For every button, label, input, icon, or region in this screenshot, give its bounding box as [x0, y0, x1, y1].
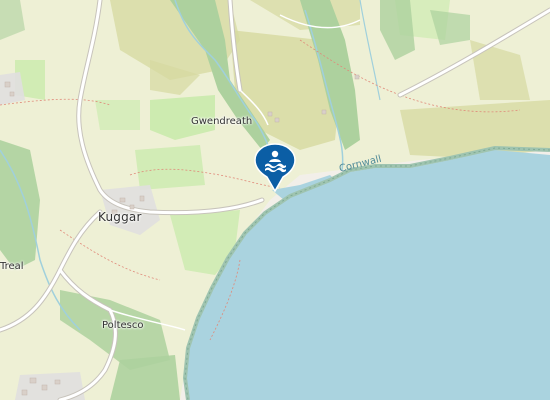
map-canvas[interactable]: Gwendreath Kuggar Treal Poltesco Cornwal…	[0, 0, 550, 400]
map-tiles	[0, 0, 550, 400]
forest-area	[110, 355, 180, 400]
beach-marker[interactable]	[254, 143, 296, 193]
place-label-gwendreath: Gwendreath	[191, 116, 253, 127]
grass-patch	[135, 145, 205, 190]
place-label-treal: Treal	[0, 261, 24, 272]
place-label-poltesco: Poltesco	[102, 320, 144, 331]
map-pin-icon	[254, 143, 296, 193]
place-label-kuggar: Kuggar	[98, 210, 142, 224]
grass-patch	[95, 100, 140, 130]
